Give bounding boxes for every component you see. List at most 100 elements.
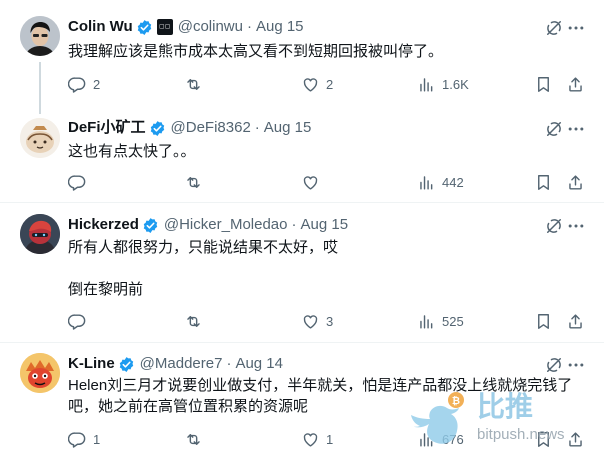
display-name[interactable]: K-Line xyxy=(68,354,115,374)
avatar[interactable] xyxy=(20,214,60,254)
user-handle[interactable]: @colinwu xyxy=(178,17,243,37)
retweet-icon xyxy=(187,315,200,327)
retweet-icon xyxy=(187,78,200,90)
reply-button[interactable] xyxy=(68,172,93,192)
tweet-text-line: 倒在黎明前 xyxy=(68,281,144,298)
tweet-date[interactable]: Aug 15 xyxy=(256,17,304,37)
bookmark-button[interactable] xyxy=(534,74,553,94)
views-button[interactable]: 525 xyxy=(417,311,464,331)
tweet-date[interactable]: Aug 15 xyxy=(301,215,349,235)
avatar-image xyxy=(20,353,60,393)
views-button[interactable]: 1.6K xyxy=(417,74,469,94)
separator-dot: · xyxy=(246,18,252,35)
reply-button[interactable]: 2 xyxy=(68,74,100,94)
share-icon xyxy=(569,174,582,190)
bookmark-button[interactable] xyxy=(534,311,553,331)
view-count: 1.6K xyxy=(442,76,469,92)
tweet-date[interactable]: Aug 14 xyxy=(235,354,283,374)
tweet-text-line: 所有人都很努力，只能说结果不太好，哎 xyxy=(68,239,339,256)
reply-icon xyxy=(68,313,86,330)
bookmark-icon xyxy=(538,76,549,92)
share-button[interactable] xyxy=(566,172,585,192)
reply-count: 1 xyxy=(93,431,101,447)
retweet-button[interactable] xyxy=(184,311,209,331)
svg-text:₿: ₿ xyxy=(452,395,460,407)
avatar[interactable] xyxy=(20,118,60,158)
tweet-colin-wu[interactable]: Colin Wu ▢▢ @colinwu · Aug 15 我理解应该是熊市成本… xyxy=(0,0,604,114)
watermark-en-text: bitpush.news xyxy=(477,426,565,443)
grok-icon xyxy=(547,358,561,372)
grok-icon xyxy=(547,122,561,136)
tweet-defi-miner[interactable]: DeFi小矿工 @DeFi8362 · Aug 15 这也有点太快了。。 442 xyxy=(0,108,604,202)
tweet-header: Hickerzed @Hicker_Moledao · Aug 15 xyxy=(68,215,348,235)
avatar-image xyxy=(20,118,60,158)
affiliate-badge-icon[interactable]: ▢▢ xyxy=(156,19,173,35)
bookmark-icon xyxy=(538,313,549,329)
verified-badge-icon xyxy=(149,119,165,137)
tweet-date[interactable]: Aug 15 xyxy=(264,118,312,138)
like-button[interactable]: 2 xyxy=(301,74,333,94)
user-handle[interactable]: @Maddere7 xyxy=(140,354,223,374)
like-count: 2 xyxy=(326,76,334,92)
verified-badge-icon xyxy=(118,355,134,373)
like-icon xyxy=(303,432,318,447)
view-count: 442 xyxy=(442,174,464,190)
reply-icon xyxy=(68,174,86,191)
like-button[interactable]: 1 xyxy=(301,429,333,449)
grok-icon xyxy=(547,219,561,233)
bookmark-button[interactable] xyxy=(534,172,553,192)
display-name[interactable]: Colin Wu xyxy=(68,17,133,37)
views-icon xyxy=(420,314,433,329)
share-button[interactable] xyxy=(566,311,585,331)
views-icon xyxy=(420,77,433,92)
grok-icon xyxy=(547,21,561,35)
like-count: 1 xyxy=(326,431,334,447)
views-icon xyxy=(420,175,433,190)
like-icon xyxy=(303,77,318,92)
more-options-icon[interactable] xyxy=(566,119,586,139)
action-bar: 3 525 xyxy=(68,311,588,331)
like-button[interactable]: 3 xyxy=(301,311,333,331)
like-button[interactable] xyxy=(301,172,326,192)
action-bar: 2 2 1.6K xyxy=(68,74,588,94)
verified-badge-icon xyxy=(136,18,152,36)
share-icon xyxy=(569,76,582,92)
reply-button[interactable]: 1 xyxy=(68,429,100,449)
more-options-icon[interactable] xyxy=(566,355,586,375)
tweet-header: DeFi小矿工 @DeFi8362 · Aug 15 xyxy=(68,118,311,138)
reply-icon xyxy=(68,431,86,448)
like-count: 3 xyxy=(326,313,334,329)
avatar-image xyxy=(20,16,60,56)
more-options-icon[interactable] xyxy=(566,216,586,236)
retweet-icon xyxy=(187,433,200,445)
avatar[interactable] xyxy=(20,16,60,56)
display-name[interactable]: Hickerzed xyxy=(68,215,139,235)
user-handle[interactable]: @Hicker_Moledao xyxy=(164,215,288,235)
verified-badge-icon xyxy=(142,216,158,234)
action-bar: 442 xyxy=(68,172,588,192)
watermark-cn-text: 比推 xyxy=(477,390,534,423)
reply-button[interactable] xyxy=(68,311,93,331)
retweet-icon xyxy=(187,176,200,188)
separator-dot: · xyxy=(291,216,297,233)
tweet-text: 这也有点太快了。。 xyxy=(68,143,196,160)
bitpush-watermark: ₿ 比推 bitpush.news xyxy=(405,390,604,460)
thread-connector xyxy=(39,62,41,114)
separator-dot: · xyxy=(226,355,232,372)
views-button[interactable]: 442 xyxy=(417,172,464,192)
avatar[interactable] xyxy=(20,353,60,393)
share-button[interactable] xyxy=(566,74,585,94)
view-count: 525 xyxy=(442,313,464,329)
bookmark-icon xyxy=(538,174,549,190)
user-handle[interactable]: @DeFi8362 xyxy=(171,118,251,138)
display-name[interactable]: DeFi小矿工 xyxy=(68,118,146,138)
retweet-button[interactable] xyxy=(184,429,209,449)
retweet-button[interactable] xyxy=(184,172,209,192)
like-icon xyxy=(303,175,318,190)
reply-count: 2 xyxy=(93,76,101,92)
like-icon xyxy=(303,314,318,329)
tweet-hickerzed[interactable]: Hickerzed @Hicker_Moledao · Aug 15 所有人都很… xyxy=(0,203,604,342)
more-options-icon[interactable] xyxy=(566,18,586,38)
share-icon xyxy=(569,313,582,329)
retweet-button[interactable] xyxy=(184,74,209,94)
